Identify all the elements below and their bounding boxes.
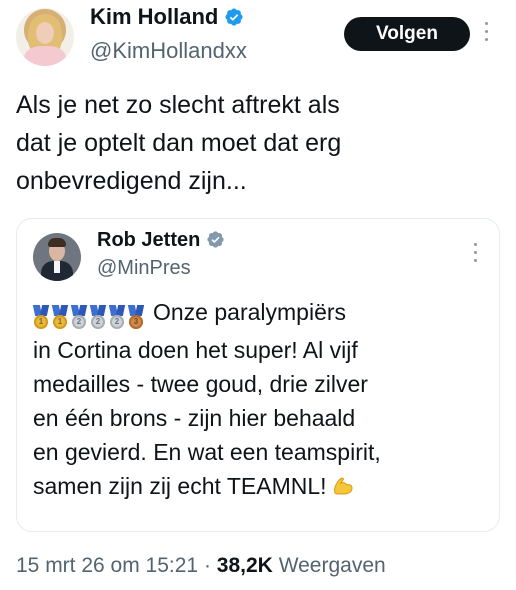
author-name[interactable]: Kim Holland: [90, 4, 218, 29]
tweet-timestamp[interactable]: 15 mrt 26 om 15:21: [16, 554, 198, 577]
quoted-tweet-text: 112223 Onze paralympiërs in Cortina doen…: [32, 295, 489, 503]
verified-badge-icon: [225, 8, 243, 26]
quoted-author-handle[interactable]: @MinPres: [97, 257, 191, 280]
author-handle[interactable]: @KimHollandxx: [90, 38, 247, 64]
flexed-biceps-icon: [333, 477, 353, 495]
gold-medal-icon: 1: [32, 304, 50, 331]
quoted-author-avatar[interactable]: [33, 233, 81, 281]
tweet: Kim Holland @KimHollandxx Volgen Als je …: [0, 0, 516, 590]
quoted-text-line: in Cortina doen het super! Al vijf: [33, 337, 358, 363]
quoted-text-line: en één brons - zijn hier behaald: [33, 405, 356, 431]
more-options-icon[interactable]: [484, 22, 490, 44]
tweet-text-line: dat je optelt dan moet dat erg: [16, 129, 342, 157]
silver-medal-icon: 2: [70, 304, 88, 331]
author-avatar[interactable]: [16, 8, 74, 66]
verified-gray-badge-icon: [207, 231, 224, 248]
silver-medal-icon: 2: [108, 304, 126, 331]
quoted-text-last: samen zijn zij echt TEAMNL!: [33, 473, 327, 499]
quoted-more-options-icon[interactable]: [473, 243, 479, 263]
quoted-text-line: medailles - twee goud, drie zilver: [33, 371, 368, 397]
tweet-text: Als je net zo slecht aftrekt als dat je …: [16, 86, 486, 200]
meta-separator: ·: [203, 554, 211, 577]
tweet-metadata: 15 mrt 26 om 15:21 · 38,2K Weergaven: [16, 554, 386, 578]
quoted-tweet-card[interactable]: Rob Jetten @MinPres 112223 Onze paralymp…: [16, 218, 500, 532]
quoted-text-line: en gevierd. En wat een teamspirit,: [33, 439, 381, 465]
quoted-author-name[interactable]: Rob Jetten: [97, 229, 200, 251]
views-count: 38,2K: [216, 554, 273, 577]
views-label: Weergaven: [278, 554, 386, 577]
gold-medal-icon: 1: [51, 304, 69, 331]
tweet-text-line: onbevredigend zijn...: [16, 167, 247, 195]
tweet-text-line: Als je net zo slecht aftrekt als: [16, 91, 340, 119]
silver-medal-icon: 2: [89, 304, 107, 331]
author-name-row[interactable]: Kim Holland: [90, 4, 244, 30]
quoted-author-name-row[interactable]: Rob Jetten: [97, 229, 225, 252]
quoted-text-line: 112223 Onze paralympiërs: [32, 295, 489, 333]
quoted-text-first: Onze paralympiërs: [153, 299, 347, 325]
bronze-medal-icon: 3: [127, 304, 145, 331]
quoted-text-line: samen zijn zij echt TEAMNL!: [33, 469, 489, 503]
medal-emojis: 112223: [32, 299, 147, 333]
follow-button[interactable]: Volgen: [344, 17, 470, 51]
